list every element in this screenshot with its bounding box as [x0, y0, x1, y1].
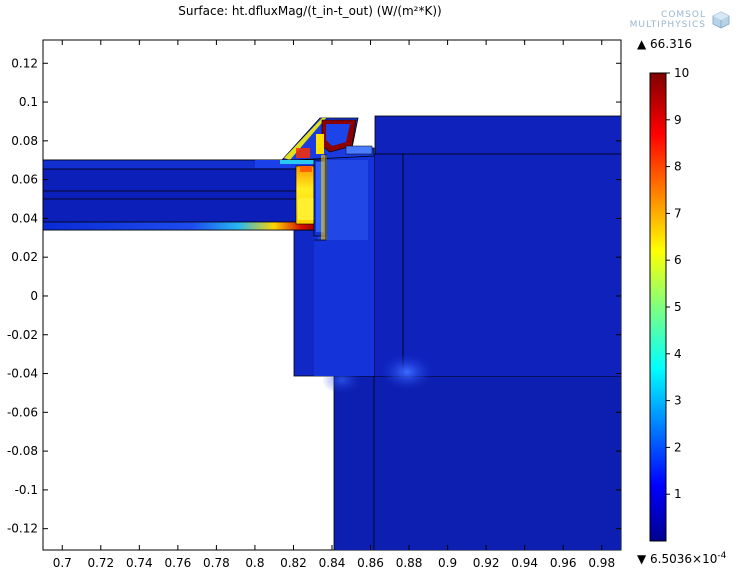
- x-tick-label: 0.88: [396, 556, 423, 570]
- x-tick-label: 0.82: [280, 556, 307, 570]
- y-tick-label: 0.02: [11, 250, 38, 264]
- x-tick-label: 0.94: [511, 556, 538, 570]
- x-tick-label: 0.86: [357, 556, 384, 570]
- x-tick-label: 0.98: [588, 556, 615, 570]
- colorbar-tick-label: 3: [674, 394, 682, 408]
- region-glazing: [43, 159, 316, 231]
- y-tick-label: -0.06: [7, 405, 38, 419]
- y-tick-label: 0.1: [19, 95, 38, 109]
- y-tick-label: -0.02: [7, 328, 38, 342]
- x-tick-label: 0.8: [245, 556, 264, 570]
- y-tick-label: 0.08: [11, 134, 38, 148]
- colorbar-tick-label: 10: [674, 66, 689, 80]
- region-wall-top: [374, 115, 621, 155]
- colorbar-tick-label: 7: [674, 206, 682, 220]
- x-tick-label: 0.74: [126, 556, 153, 570]
- x-tick-label: 0.84: [319, 556, 346, 570]
- y-tick-label: -0.12: [7, 522, 38, 536]
- colorbar-tick-label: 2: [674, 440, 682, 454]
- x-tick-label: 0.96: [550, 556, 577, 570]
- x-tick-label: 0.72: [87, 556, 114, 570]
- colorbar-tick-label: 4: [674, 347, 682, 361]
- x-tick-label: 0.92: [473, 556, 500, 570]
- colorbar-tick-label: 8: [674, 160, 682, 174]
- colorbar-tick-label: 5: [674, 300, 682, 314]
- plot-canvas[interactable]: 0.7 0.72 0.74 0.76 0.78 0.8 0.82 0.84 0.86 0.88 0.…: [0, 0, 742, 578]
- colorbar-tick-label: 9: [674, 113, 682, 127]
- x-tick-label: 0.7: [53, 556, 72, 570]
- x-tick-label: 0.76: [165, 556, 192, 570]
- x-tick-label: 0.78: [203, 556, 230, 570]
- y-tick-label: 0.06: [11, 173, 38, 187]
- y-tick-label: 0.12: [11, 56, 38, 70]
- colorbar-min-exponent: -4: [717, 551, 727, 561]
- colorbar-min-label: ▼ 6.5036×10-4: [637, 551, 726, 566]
- colorbar-max-label: ▲ 66.316: [637, 37, 693, 51]
- colorbar-tick-label: 1: [674, 487, 682, 501]
- y-tick-label: -0.1: [15, 483, 38, 497]
- colorbar: [649, 72, 667, 542]
- region-wall-lower: [333, 375, 621, 550]
- colorbar-ticks: 10 9 8 7 6 5 4 3 2 1: [666, 66, 689, 501]
- y-tick-label: -0.04: [7, 367, 38, 381]
- y-tick-label: 0: [30, 289, 38, 303]
- colorbar-tick-label: 6: [674, 253, 682, 267]
- y-tick-label: -0.08: [7, 444, 38, 458]
- colorbar-min-base: ▼ 6.5036×10: [637, 552, 718, 566]
- y-tick-label: 0.04: [11, 211, 38, 225]
- x-tick-label: 0.9: [438, 556, 457, 570]
